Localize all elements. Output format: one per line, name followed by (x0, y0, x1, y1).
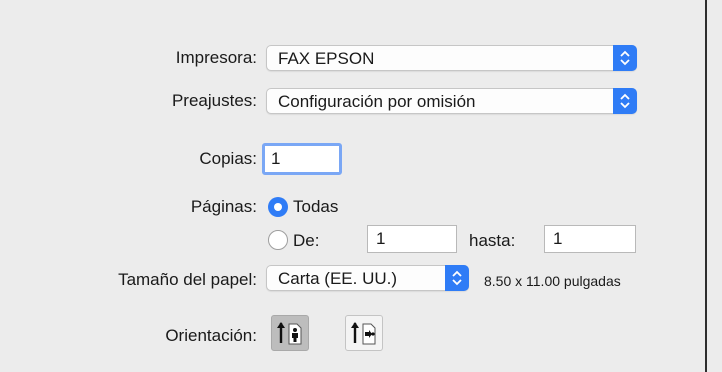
printer-value: FAX EPSON (278, 49, 375, 68)
portrait-orientation-icon (277, 322, 302, 345)
orientation-landscape-button[interactable] (345, 315, 383, 351)
orientation-label: Orientación: (165, 326, 257, 345)
paper-size-popup[interactable]: Carta (EE. UU.) (266, 265, 469, 291)
print-dialog-panel: Impresora: FAX EPSON Preajustes: Configu… (0, 0, 707, 372)
updown-arrows-icon (613, 45, 637, 71)
copies-value: 1 (271, 149, 281, 168)
orientation-portrait-button[interactable] (271, 315, 309, 351)
pages-all-label: Todas (293, 197, 339, 216)
paper-size-value: Carta (EE. UU.) (278, 269, 398, 288)
pages-range-radio[interactable] (268, 230, 288, 250)
paper-size-label: Tamaño del papel: (118, 270, 257, 289)
printer-label: Impresora: (175, 48, 257, 67)
presets-label: Preajustes: (171, 91, 257, 110)
pages-to-value: 1 (553, 229, 563, 248)
pages-from-input[interactable]: 1 (367, 225, 457, 253)
paper-size-dimensions: 8.50 x 11.00 pulgadas (484, 273, 621, 289)
presets-value: Configuración por omisión (278, 92, 476, 111)
updown-arrows-icon (613, 88, 637, 114)
pages-from-value: 1 (376, 229, 386, 248)
copies-input[interactable]: 1 (262, 143, 342, 175)
pages-all-radio[interactable] (268, 197, 288, 217)
copies-label: Copias: (199, 149, 257, 168)
presets-popup[interactable]: Configuración por omisión (266, 88, 637, 114)
pages-to-input[interactable]: 1 (544, 225, 636, 253)
pages-to-label: hasta: (469, 231, 516, 250)
pages-label: Páginas: (190, 197, 257, 216)
landscape-orientation-icon (351, 322, 376, 345)
updown-arrows-icon (445, 265, 469, 291)
printer-popup[interactable]: FAX EPSON (266, 45, 637, 71)
pages-from-label: De: (293, 231, 320, 250)
